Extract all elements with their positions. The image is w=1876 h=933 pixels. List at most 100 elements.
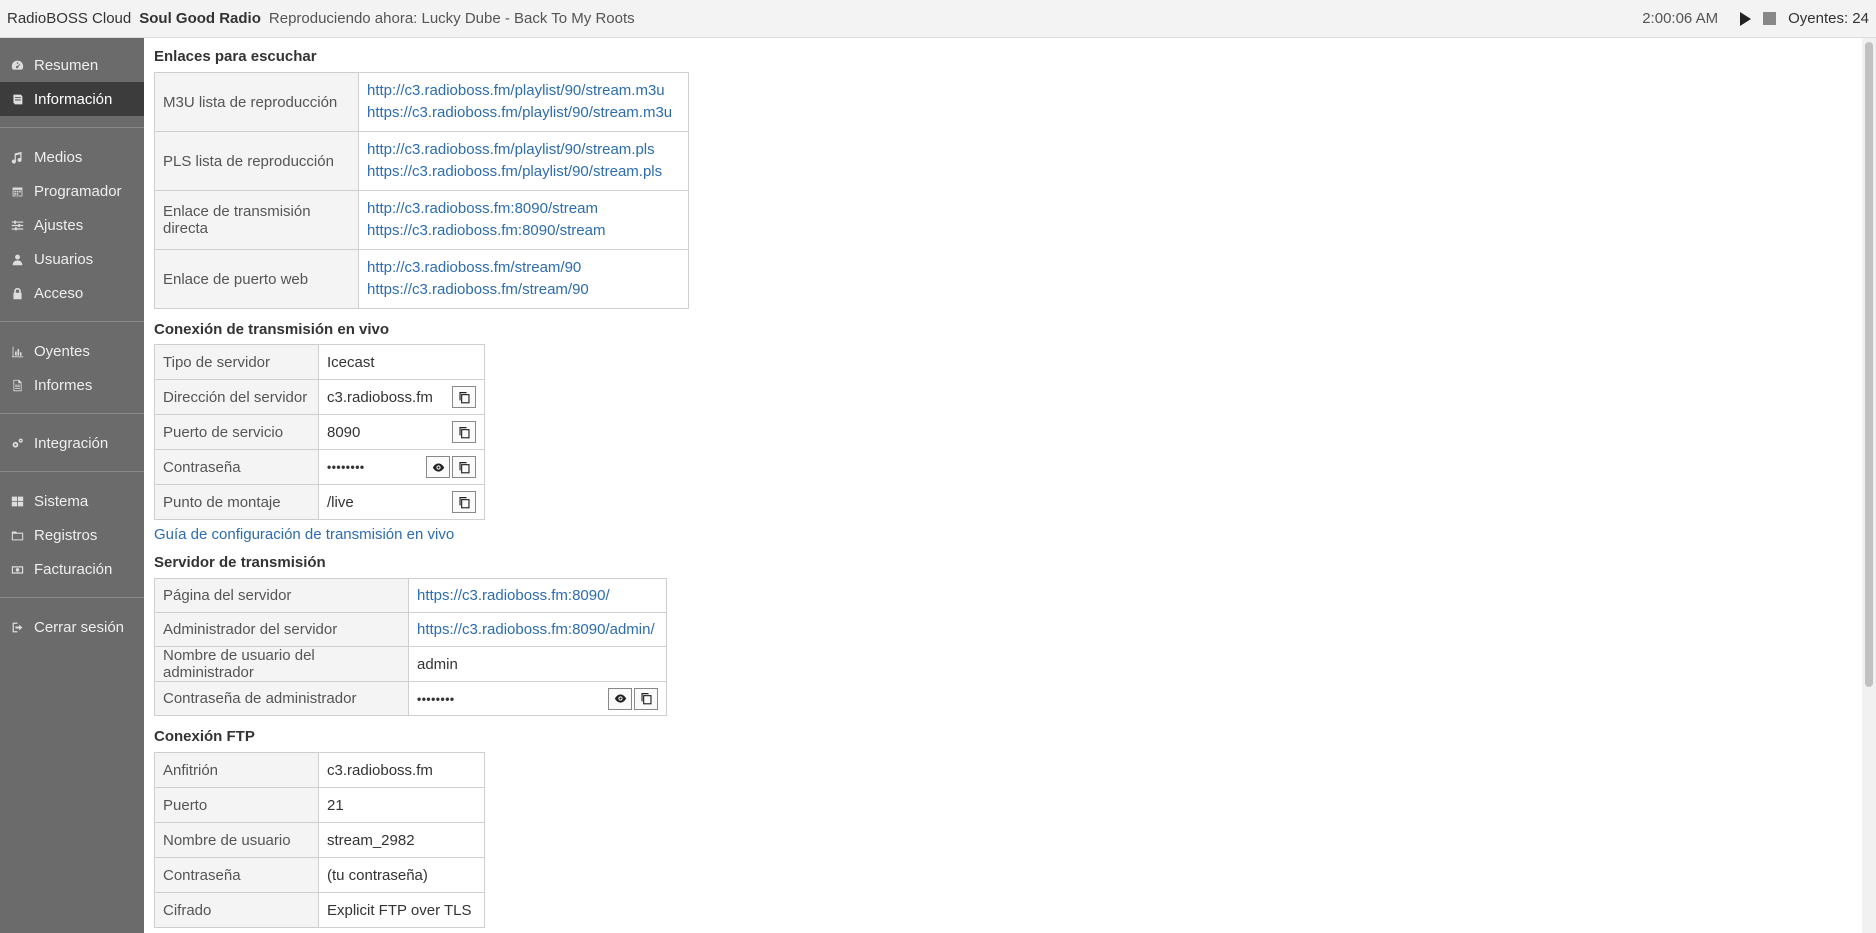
listen-links-table: M3U lista de reproducción http://c3.radi… <box>154 72 689 309</box>
table-row: Contraseña de administrador •••••••• <box>154 681 667 716</box>
sidebar-item-oyentes[interactable]: Oyentes <box>0 334 144 368</box>
sidebar-item-cerrar-sesion[interactable]: Cerrar sesión <box>0 610 144 644</box>
sidebar-item-acceso[interactable]: Acceso <box>0 276 144 310</box>
sidebar-item-label: Sistema <box>34 492 89 510</box>
sidebar-item-label: Registros <box>34 526 98 544</box>
table-row: Dirección del servidor c3.radioboss.fm <box>154 379 485 415</box>
table-row: Administrador del servidor https://c3.ra… <box>154 612 667 647</box>
copy-button[interactable] <box>452 456 476 478</box>
row-label: Contraseña <box>154 449 319 485</box>
bar-chart-icon <box>9 343 25 359</box>
vertical-scrollbar[interactable] <box>1862 38 1876 933</box>
row-label: Contraseña <box>154 857 319 893</box>
sidebar-item-label: Medios <box>34 148 83 166</box>
divider <box>0 413 144 414</box>
row-value: http://c3.radioboss.fm:8090/stream https… <box>358 190 689 250</box>
station-name: Soul Good Radio <box>139 10 261 27</box>
row-label: Puerto de servicio <box>154 414 319 450</box>
guide-link-wrap: Guía de configuración de transmisión en … <box>154 526 1854 543</box>
copy-button[interactable] <box>452 491 476 513</box>
show-password-button[interactable] <box>426 456 450 478</box>
sidebar-item-usuarios[interactable]: Usuarios <box>0 242 144 276</box>
row-label: Punto de montaje <box>154 484 319 520</box>
link-pls-https[interactable]: https://c3.radioboss.fm/playlist/90/stre… <box>367 163 662 180</box>
sidebar-item-label: Integración <box>34 434 109 452</box>
sidebar-top-pad <box>0 38 144 48</box>
sidebar-item-integracion[interactable]: Integración <box>0 426 144 460</box>
copy-button[interactable] <box>452 421 476 443</box>
listeners-count: Oyentes: 24 <box>1788 10 1869 27</box>
divider <box>0 321 144 322</box>
server-address-value: c3.radioboss.fm <box>327 388 433 406</box>
admin-password-masked: •••••••• <box>417 691 455 706</box>
row-label: Nombre de usuario <box>154 822 319 858</box>
live-guide-link[interactable]: Guía de configuración de transmisión en … <box>154 526 454 543</box>
link-webport-http[interactable]: http://c3.radioboss.fm/stream/90 <box>367 259 581 276</box>
play-icon[interactable] <box>1740 11 1752 26</box>
link-m3u-http[interactable]: http://c3.radioboss.fm/playlist/90/strea… <box>367 82 665 99</box>
section-heading-live: Conexión de transmisión en vivo <box>154 321 390 338</box>
gears-icon <box>9 435 25 451</box>
row-label: M3U lista de reproducción <box>154 72 359 132</box>
sidebar-item-label: Ajustes <box>34 216 84 234</box>
stop-icon[interactable] <box>1763 12 1777 25</box>
sidebar-item-label: Usuarios <box>34 250 94 268</box>
copy-button[interactable] <box>634 687 658 710</box>
table-row: Tipo de servidor Icecast <box>154 344 485 380</box>
sliders-icon <box>9 217 25 233</box>
show-password-button[interactable] <box>608 687 632 710</box>
mount-point-value: /live <box>327 493 354 511</box>
copy-icon <box>640 693 652 705</box>
sidebar-item-label: Resumen <box>34 56 99 74</box>
top-bar: RadioBOSS Cloud Soul Good Radio Reproduc… <box>0 0 1876 38</box>
link-pls-http[interactable]: http://c3.radioboss.fm/playlist/90/strea… <box>367 141 655 158</box>
link-m3u-https[interactable]: https://c3.radioboss.fm/playlist/90/stre… <box>367 104 672 121</box>
table-row: Anfitrión c3.radioboss.fm <box>154 752 485 788</box>
sidebar-item-resumen[interactable]: Resumen <box>0 48 144 82</box>
copy-button[interactable] <box>452 386 476 408</box>
sidebar-item-facturacion[interactable]: Facturación <box>0 552 144 586</box>
scrollbar-thumb[interactable] <box>1865 42 1873 687</box>
sidebar-item-registros[interactable]: Registros <box>0 518 144 552</box>
row-label: Enlace de puerto web <box>154 249 359 309</box>
sidebar-item-medios[interactable]: Medios <box>0 140 144 174</box>
row-label: Dirección del servidor <box>154 379 319 415</box>
sidebar-item-ajustes[interactable]: Ajustes <box>0 208 144 242</box>
row-value: https://c3.radioboss.fm:8090/admin/ <box>408 612 667 647</box>
divider <box>0 597 144 598</box>
divider <box>0 127 144 128</box>
link-webport-https[interactable]: https://c3.radioboss.fm/stream/90 <box>367 281 589 298</box>
eye-icon <box>614 694 626 703</box>
row-label: PLS lista de reproducción <box>154 131 359 191</box>
sidebar-item-informacion[interactable]: Información <box>0 82 144 116</box>
now-playing: Reproduciendo ahora: Lucky Dube - Back T… <box>268 10 635 27</box>
row-value: c3.radioboss.fm <box>318 379 485 415</box>
sidebar-item-programador[interactable]: Programador <box>0 174 144 208</box>
row-value: https://c3.radioboss.fm:8090/ <box>408 578 667 613</box>
row-value: (tu contraseña) <box>318 857 485 893</box>
server-page-link[interactable]: https://c3.radioboss.fm:8090/ <box>417 587 610 604</box>
server-admin-link[interactable]: https://c3.radioboss.fm:8090/admin/ <box>417 621 655 638</box>
server-table: Página del servidor https://c3.radioboss… <box>154 578 667 716</box>
row-value: http://c3.radioboss.fm/stream/90 https:/… <box>358 249 689 309</box>
table-row: Contraseña (tu contraseña) <box>154 857 485 893</box>
copy-icon <box>458 426 470 438</box>
table-row: Página del servidor https://c3.radioboss… <box>154 578 667 613</box>
row-label: Enlace de transmisión directa <box>154 190 359 250</box>
table-row: M3U lista de reproducción http://c3.radi… <box>154 72 689 132</box>
row-label: Anfitrión <box>154 752 319 788</box>
copy-icon <box>458 391 470 403</box>
ftp-table: Anfitrión c3.radioboss.fm Puerto 21 Nomb… <box>154 752 485 928</box>
money-icon <box>9 561 25 577</box>
link-direct-http[interactable]: http://c3.radioboss.fm:8090/stream <box>367 200 598 217</box>
table-row: Nombre de usuario stream_2982 <box>154 822 485 858</box>
row-value: admin <box>408 646 667 682</box>
file-icon <box>9 377 25 393</box>
row-label: Nombre de usuario del administrador <box>154 646 409 682</box>
sidebar-item-sistema[interactable]: Sistema <box>0 484 144 518</box>
table-row: Puerto de servicio 8090 <box>154 414 485 450</box>
row-value: 8090 <box>318 414 485 450</box>
sidebar-item-informes[interactable]: Informes <box>0 368 144 402</box>
copy-icon <box>458 496 470 508</box>
link-direct-https[interactable]: https://c3.radioboss.fm:8090/stream <box>367 222 605 239</box>
